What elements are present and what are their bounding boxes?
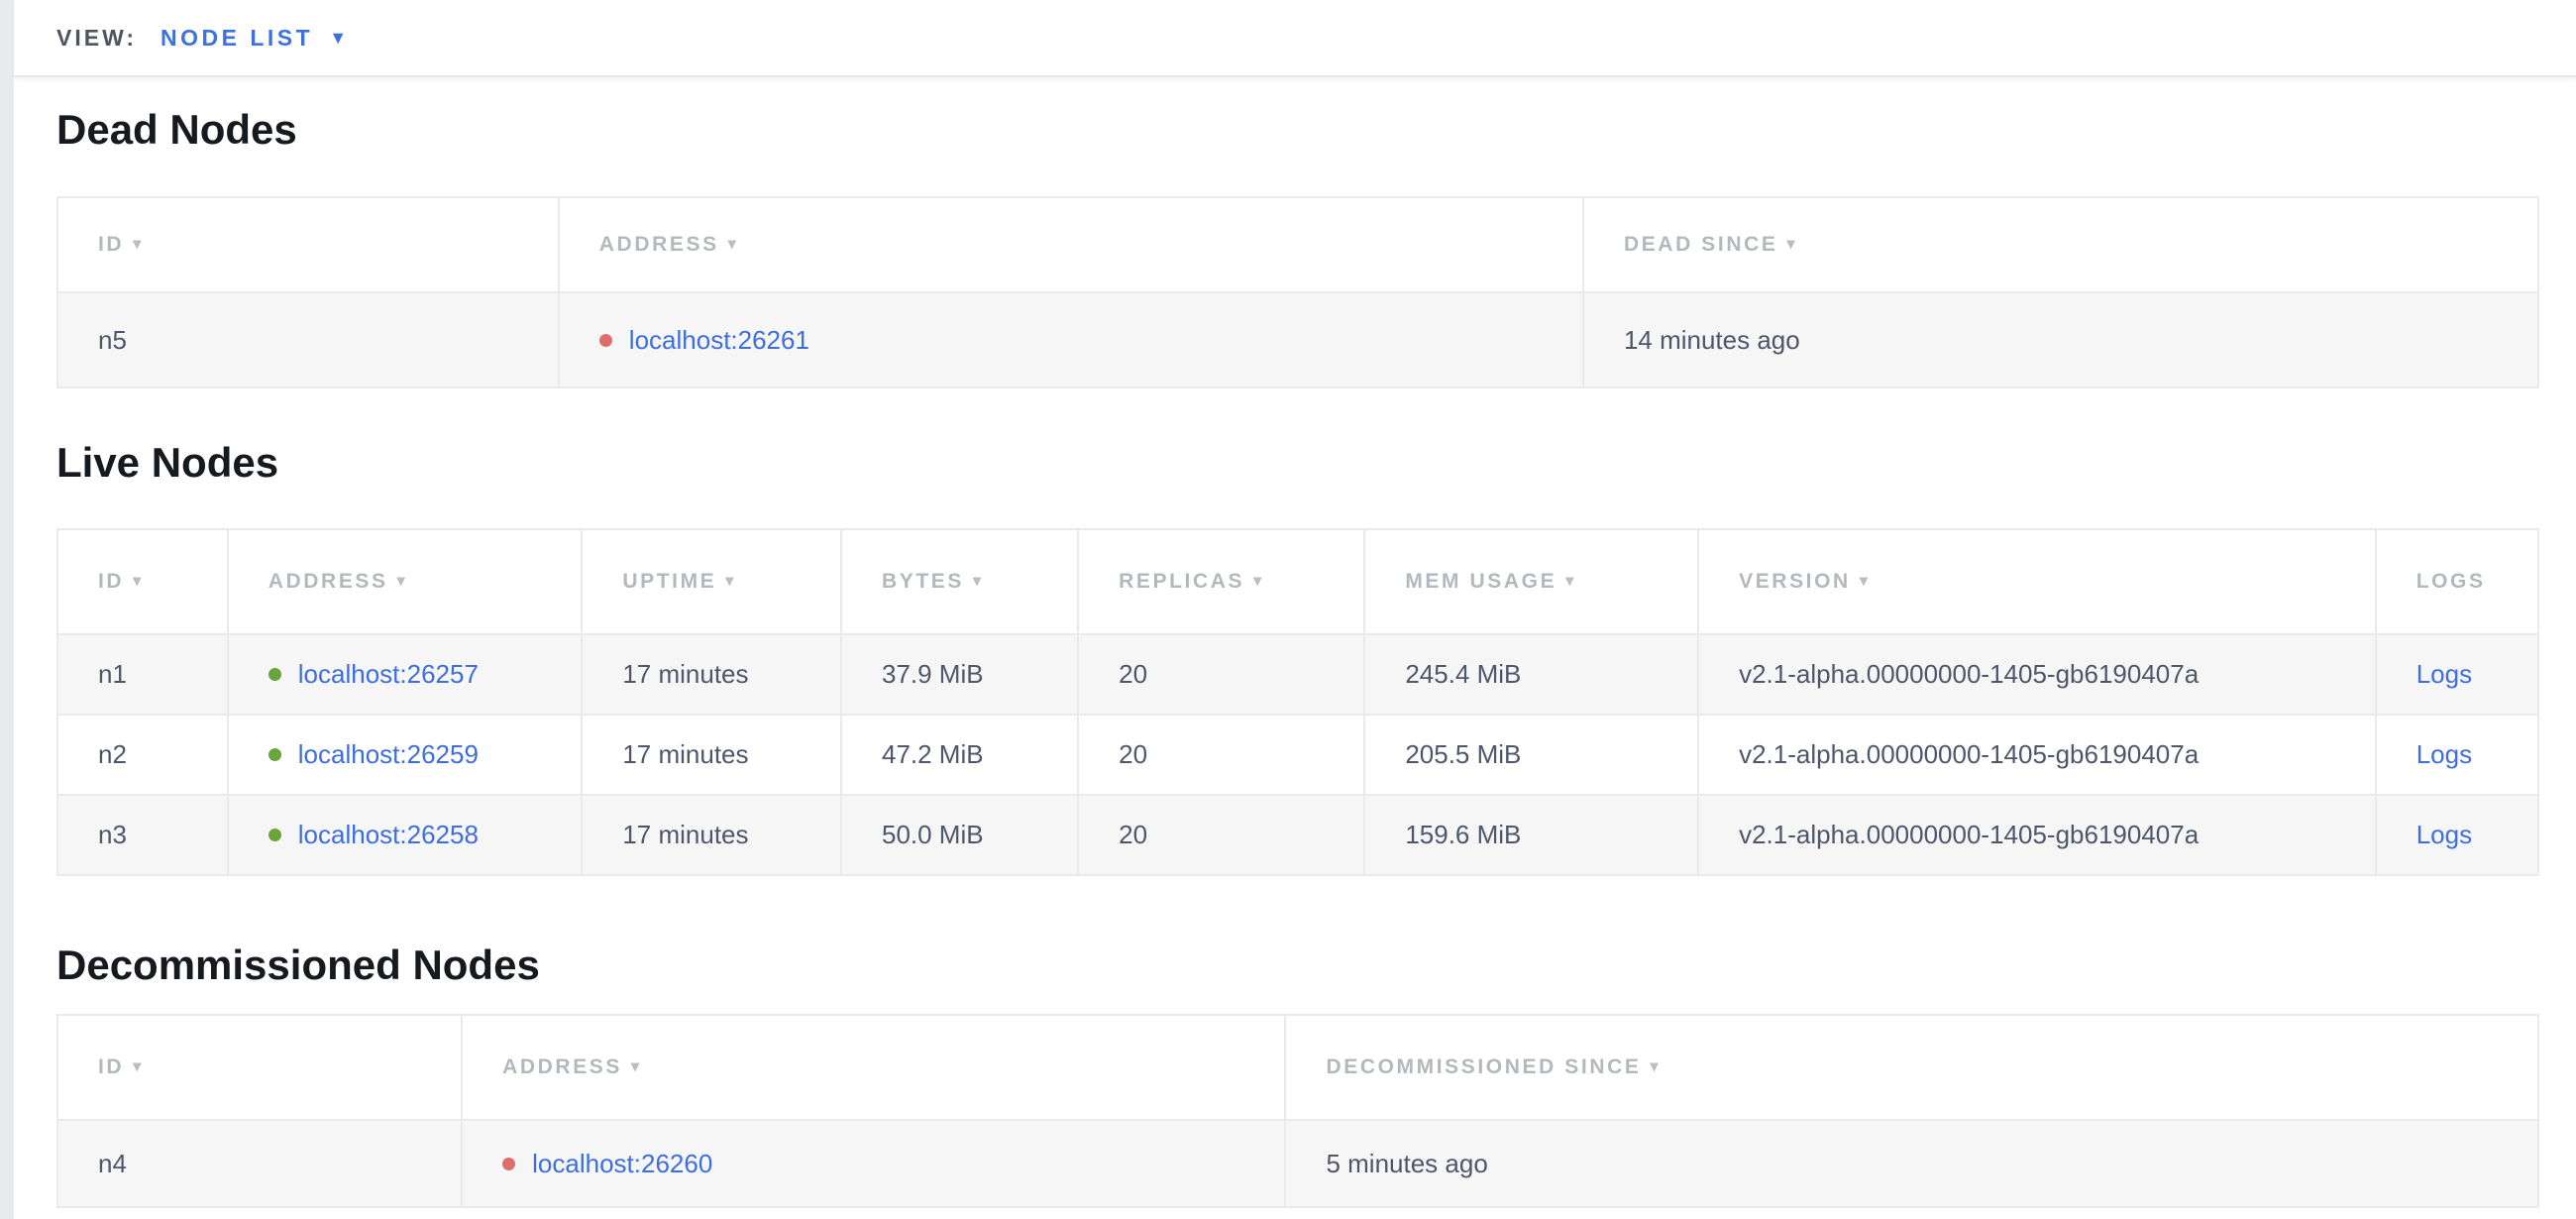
live-status-dot-icon (268, 829, 281, 841)
logs-cell: Logs (2376, 795, 2538, 875)
live-status-dot-icon (268, 748, 281, 761)
table-header-row: ID▾ ADDRESS▾ DEAD SINCE▾ (57, 197, 2538, 292)
sort-arrow-icon: ▾ (1253, 573, 1264, 590)
sort-arrow-icon: ▾ (1786, 236, 1797, 253)
node-id-cell: n1 (57, 634, 228, 715)
sort-arrow-icon: ▾ (133, 573, 144, 590)
sort-arrow-icon: ▾ (1650, 1058, 1661, 1075)
logs-link[interactable]: Logs (2416, 739, 2472, 769)
mem-usage-cell: 245.4 MiB (1364, 634, 1698, 715)
column-header-uptime[interactable]: UPTIME▾ (582, 529, 841, 634)
uptime-cell: 17 minutes (582, 795, 841, 875)
view-label: VIEW: (56, 25, 137, 52)
logs-cell: Logs (2376, 715, 2538, 795)
decommissioned-since-cell: 5 minutes ago (1285, 1120, 2538, 1207)
chevron-down-icon: ▼ (329, 29, 347, 47)
node-list-page: VIEW: NODE LIST ▼ Dead Nodes ID▾ ADDRESS… (14, 0, 2576, 1219)
node-id-cell: n2 (57, 715, 228, 795)
sort-arrow-icon: ▾ (133, 236, 144, 253)
table-row: n4 localhost:26260 5 minutes ago (57, 1120, 2538, 1207)
live-nodes-heading: Live Nodes (56, 442, 2576, 484)
column-header-bytes[interactable]: BYTES▾ (841, 529, 1078, 634)
table-header-row: ID▾ ADDRESS▾ UPTIME▾ BYTES▾ REPLICAS▾ ME… (57, 529, 2538, 634)
sort-arrow-icon: ▾ (725, 573, 736, 590)
bytes-cell: 50.0 MiB (841, 795, 1078, 875)
view-selected-value: NODE LIST (161, 25, 313, 52)
uptime-cell: 17 minutes (582, 634, 841, 715)
sort-arrow-icon: ▾ (133, 1058, 144, 1075)
node-address-link[interactable]: localhost:26260 (532, 1149, 712, 1178)
column-header-id[interactable]: ID▾ (57, 1015, 462, 1120)
sort-arrow-icon: ▾ (728, 236, 739, 253)
decommissioned-nodes-heading: Decommissioned Nodes (56, 944, 2576, 986)
column-header-address[interactable]: ADDRESS▾ (559, 197, 1583, 292)
node-address-cell: localhost:26258 (228, 795, 583, 875)
decommissioned-nodes-table: ID▾ ADDRESS▾ DECOMMISSIONED SINCE▾ n4 lo… (56, 1014, 2539, 1208)
view-bar: VIEW: NODE LIST ▼ (14, 0, 2576, 77)
dead-status-dot-icon (599, 334, 612, 347)
node-address-cell: localhost:26257 (228, 634, 583, 715)
node-id-cell: n3 (57, 795, 228, 875)
table-row: n3 localhost:26258 17 minutes 50.0 MiB 2… (57, 795, 2538, 875)
logs-link[interactable]: Logs (2416, 659, 2472, 689)
node-id-cell: n4 (57, 1120, 462, 1207)
replicas-cell: 20 (1078, 634, 1364, 715)
main-content: Dead Nodes ID▾ ADDRESS▾ DEAD SINCE▾ n5 l… (14, 109, 2576, 1208)
logs-cell: Logs (2376, 634, 2538, 715)
sort-arrow-icon: ▾ (973, 573, 984, 590)
version-cell: v2.1-alpha.00000000-1405-gb6190407a (1698, 795, 2376, 875)
column-header-version[interactable]: VERSION▾ (1698, 529, 2376, 634)
mem-usage-cell: 159.6 MiB (1364, 795, 1698, 875)
view-selector-dropdown[interactable]: NODE LIST ▼ (161, 25, 347, 52)
node-address-link[interactable]: localhost:26261 (629, 325, 809, 355)
node-id-cell: n5 (57, 292, 559, 388)
bytes-cell: 47.2 MiB (841, 715, 1078, 795)
decommissioned-status-dot-icon (502, 1158, 515, 1170)
column-header-replicas[interactable]: REPLICAS▾ (1078, 529, 1364, 634)
column-header-mem-usage[interactable]: MEM USAGE▾ (1364, 529, 1698, 634)
node-address-link[interactable]: localhost:26258 (298, 820, 479, 849)
column-header-address[interactable]: ADDRESS▾ (462, 1015, 1285, 1120)
column-header-id[interactable]: ID▾ (57, 197, 559, 292)
version-cell: v2.1-alpha.00000000-1405-gb6190407a (1698, 634, 2376, 715)
column-header-id[interactable]: ID▾ (57, 529, 228, 634)
sort-arrow-icon: ▾ (1860, 573, 1871, 590)
node-address-link[interactable]: localhost:26259 (298, 739, 479, 769)
table-row: n2 localhost:26259 17 minutes 47.2 MiB 2… (57, 715, 2538, 795)
node-address-cell: localhost:26260 (462, 1120, 1285, 1207)
uptime-cell: 17 minutes (582, 715, 841, 795)
column-header-decommissioned-since[interactable]: DECOMMISSIONED SINCE▾ (1285, 1015, 2538, 1120)
live-nodes-table: ID▾ ADDRESS▾ UPTIME▾ BYTES▾ REPLICAS▾ ME… (56, 528, 2539, 876)
table-header-row: ID▾ ADDRESS▾ DECOMMISSIONED SINCE▾ (57, 1015, 2538, 1120)
dead-since-cell: 14 minutes ago (1583, 292, 2538, 388)
node-address-cell: localhost:26259 (228, 715, 583, 795)
sort-arrow-icon: ▾ (1565, 573, 1576, 590)
node-address-cell: localhost:26261 (559, 292, 1583, 388)
live-status-dot-icon (268, 668, 281, 681)
column-header-address[interactable]: ADDRESS▾ (228, 529, 583, 634)
bytes-cell: 37.9 MiB (841, 634, 1078, 715)
replicas-cell: 20 (1078, 715, 1364, 795)
column-header-dead-since[interactable]: DEAD SINCE▾ (1583, 197, 2538, 292)
dead-nodes-heading: Dead Nodes (56, 109, 2576, 151)
logs-link[interactable]: Logs (2416, 820, 2472, 849)
replicas-cell: 20 (1078, 795, 1364, 875)
dead-nodes-table: ID▾ ADDRESS▾ DEAD SINCE▾ n5 localhost:26… (56, 196, 2539, 388)
table-row: n5 localhost:26261 14 minutes ago (57, 292, 2538, 388)
sort-arrow-icon: ▾ (631, 1058, 642, 1075)
table-row: n1 localhost:26257 17 minutes 37.9 MiB 2… (57, 634, 2538, 715)
column-header-logs: LOGS (2376, 529, 2538, 634)
sort-arrow-icon: ▾ (397, 573, 408, 590)
node-address-link[interactable]: localhost:26257 (298, 659, 479, 689)
mem-usage-cell: 205.5 MiB (1364, 715, 1698, 795)
version-cell: v2.1-alpha.00000000-1405-gb6190407a (1698, 715, 2376, 795)
